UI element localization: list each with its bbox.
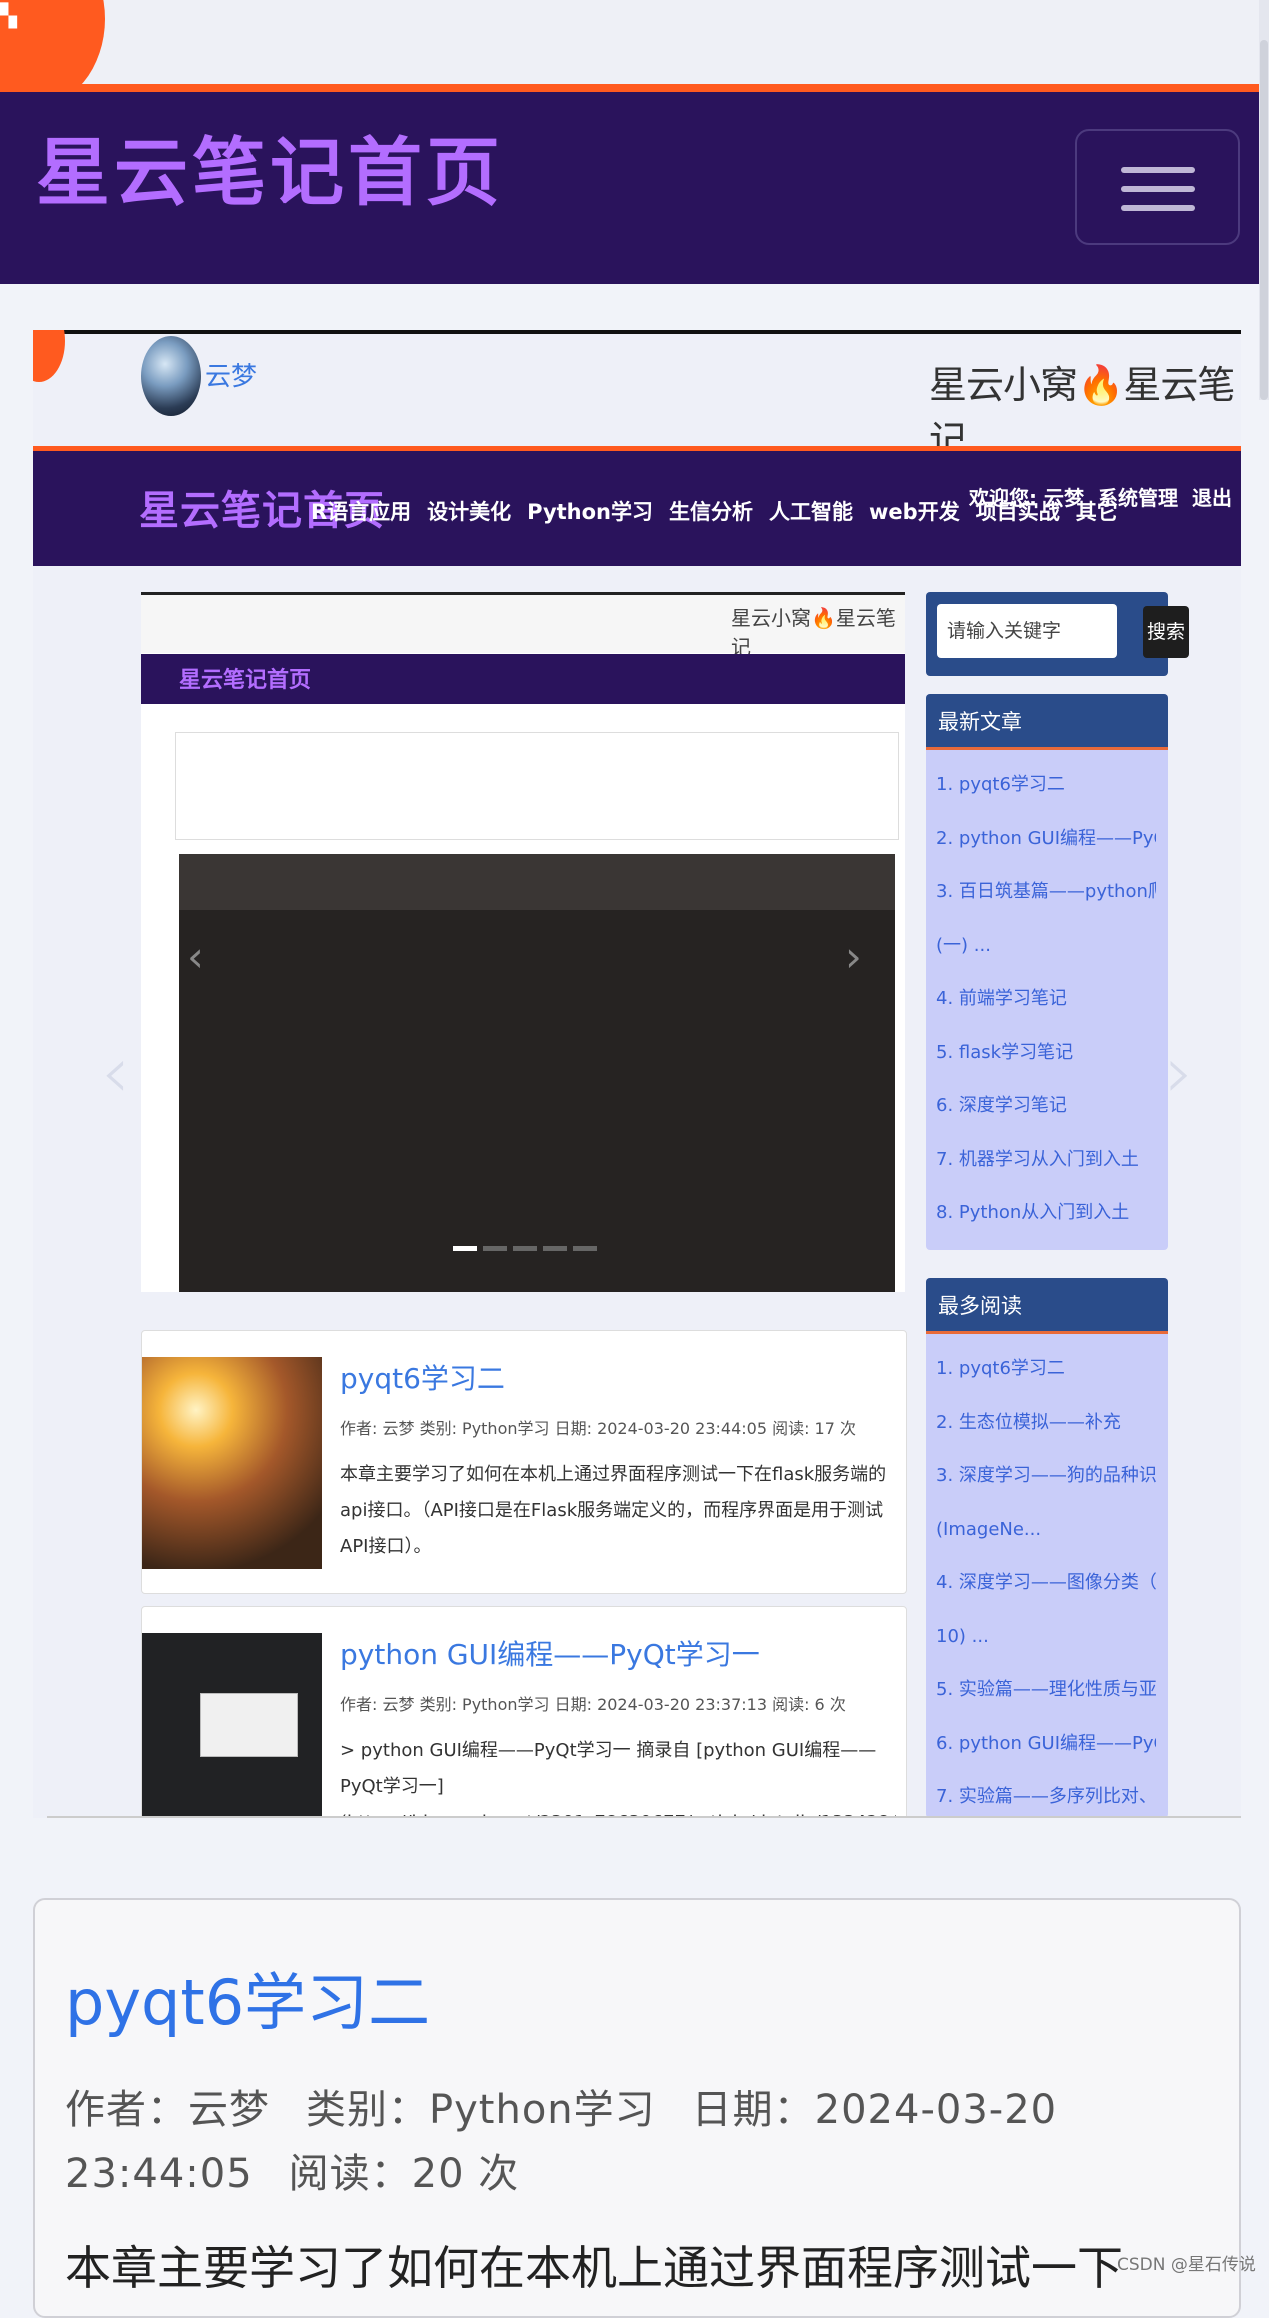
chevron-left-icon: ‹	[101, 1030, 130, 1114]
list-item: 4. 深度学习——图像分类（CIFAR-	[936, 1572, 1156, 1593]
latest-articles-panel: 最新文章 1. pyqt6学习二 2. python GUI编程——PyQt学习…	[926, 694, 1168, 1250]
admin-link: 系统管理	[1097, 486, 1178, 510]
indicator	[483, 1246, 507, 1251]
article-card: python GUI编程——PyQt学习一 作者: 云梦 类别: Python学…	[141, 1606, 907, 1818]
chevron-right-icon: ›	[1165, 1030, 1194, 1114]
scrollbar-thumb[interactable]	[1260, 40, 1268, 400]
nav-link: R语言应用	[311, 500, 412, 524]
author: 作者：云梦	[65, 2087, 270, 2133]
search-input: 请输入关键字	[937, 604, 1117, 658]
indicator	[513, 1246, 537, 1251]
article-excerpt: 本章主要学习了如何在本机上通过界面程序测试一下	[65, 2241, 1123, 2295]
nav-link: 设计美化	[427, 500, 512, 524]
list-item: 7. 实验篇——多序列比对、构树	[936, 1786, 1156, 1807]
list-item: 6. 深度学习笔记	[936, 1095, 1067, 1116]
list-item: 6. python GUI编程——PyQt学习一...	[936, 1732, 1156, 1754]
list-item: 2. 生态位模拟——补充	[936, 1411, 1121, 1433]
top-strip	[0, 0, 1269, 84]
article-excerpt: 本章主要学习了如何在本机上通过界面程序测试一下在flask服务端的api接口。（…	[340, 1464, 887, 1557]
hamburger-icon[interactable]	[1075, 129, 1240, 245]
list-item: 4. 前端学习笔记	[936, 988, 1067, 1009]
slider-indicators	[453, 1246, 597, 1251]
username: 云梦	[205, 362, 258, 392]
category: 类别：Python学习	[306, 2087, 656, 2133]
list-item: 10) ...	[936, 1625, 989, 1647]
article-thumbnail	[142, 1633, 322, 1818]
divider	[33, 330, 1241, 334]
list-item: 2. python GUI编程——PyQt学习一...	[936, 827, 1156, 849]
chevron-right-icon: ›	[845, 932, 862, 981]
list-item: 5. 实验篇——理化性质与亚细胞定位	[936, 1679, 1156, 1700]
watermark: CSDN @星石传说	[1117, 2255, 1256, 2275]
list-item: (一) ...	[936, 934, 991, 956]
indicator	[573, 1246, 597, 1251]
nav-link: web开发	[869, 500, 960, 524]
date: 日期：2024-03-20	[691, 2087, 1058, 2133]
slider-title: 星云笔记首页	[179, 668, 312, 693]
nav-link: 人工智能	[769, 500, 854, 524]
image-slider: 星云小窝🔥星云笔记 星云笔记首页 ‹ ›	[141, 592, 905, 1292]
hamburger-line	[1121, 205, 1195, 211]
article-card: pyqt6学习二 作者: 云梦 类别: Python学习 日期: 2024-03…	[141, 1330, 907, 1594]
nav-link: Python学习	[527, 500, 654, 524]
article-cover-image: 云梦 星云小窝🔥星云笔记 星云笔记首页 R语言应用 设计美化 Python学习 …	[33, 330, 1241, 1818]
list-item: 3. 百日筑基篇——python爬虫学习	[936, 881, 1156, 902]
article-excerpt: > python GUI编程——PyQt学习一 摘录自 [python GUI编…	[340, 1740, 896, 1818]
site-title[interactable]: 星云笔记首页	[36, 128, 504, 218]
editor-toolbar	[179, 854, 895, 910]
indicator	[543, 1246, 567, 1251]
most-read-panel: 最多阅读 1. pyqt6学习二 2. 生态位模拟——补充 3. 深度学习——狗…	[926, 1278, 1168, 1818]
logout-link: 退出	[1191, 486, 1232, 510]
list-item: 3. 深度学习——狗的品种识别	[936, 1465, 1156, 1486]
list-item: 8. Python从入门到入土	[936, 1202, 1130, 1223]
panel-heading: 最多阅读	[926, 1278, 1168, 1334]
list-item: 5. flask学习笔记	[936, 1041, 1074, 1063]
grid-icon[interactable]: ▚	[0, 6, 26, 28]
article-meta: 作者：云梦 类别：Python学习 日期：2024-03-20 23:44:05 阅读…	[65, 2078, 1205, 2206]
article-meta: 作者: 云梦 类别: Python学习 日期: 2024-03-20 23:37…	[340, 1695, 846, 1714]
slider-brand: 星云小窝🔥星云笔记	[731, 606, 896, 659]
list-item: 1. pyqt6学习二	[936, 1358, 1065, 1379]
indicator	[453, 1246, 477, 1251]
nav-link: 生信分析	[669, 500, 754, 524]
article-title-link[interactable]: pyqt6学习二	[65, 1952, 430, 2042]
article-title: pyqt6学习二	[340, 1362, 505, 1395]
slider-form-preview	[175, 732, 899, 840]
article-meta: 作者: 云梦 类别: Python学习 日期: 2024-03-20 23:44…	[340, 1419, 857, 1438]
welcome-text: 欢迎您: 云梦	[969, 486, 1084, 510]
panel-heading: 最新文章	[926, 694, 1168, 750]
search-button: 搜索	[1143, 606, 1189, 658]
article-thumbnail	[142, 1357, 322, 1569]
list-item: 1. pyqt6学习二	[936, 774, 1065, 795]
welcome-bar: 欢迎您: 云梦 系统管理 退出	[969, 482, 1232, 511]
slider-editor-preview	[179, 854, 895, 1292]
corner-decoration	[33, 330, 65, 382]
article-title: python GUI编程——PyQt学习一	[340, 1638, 760, 1671]
hamburger-line	[1121, 186, 1195, 192]
hamburger-line	[1121, 167, 1195, 173]
time: 23:44:05	[65, 2151, 253, 2197]
list-item: (ImageNe...	[936, 1518, 1042, 1540]
divider	[47, 1816, 1241, 1818]
chevron-left-icon: ‹	[187, 932, 204, 981]
read-count: 阅读：20 次	[288, 2151, 520, 2197]
list-item: 7. 机器学习从入门到入土	[936, 1148, 1139, 1170]
header-accent-line	[0, 84, 1269, 92]
avatar	[141, 336, 201, 416]
